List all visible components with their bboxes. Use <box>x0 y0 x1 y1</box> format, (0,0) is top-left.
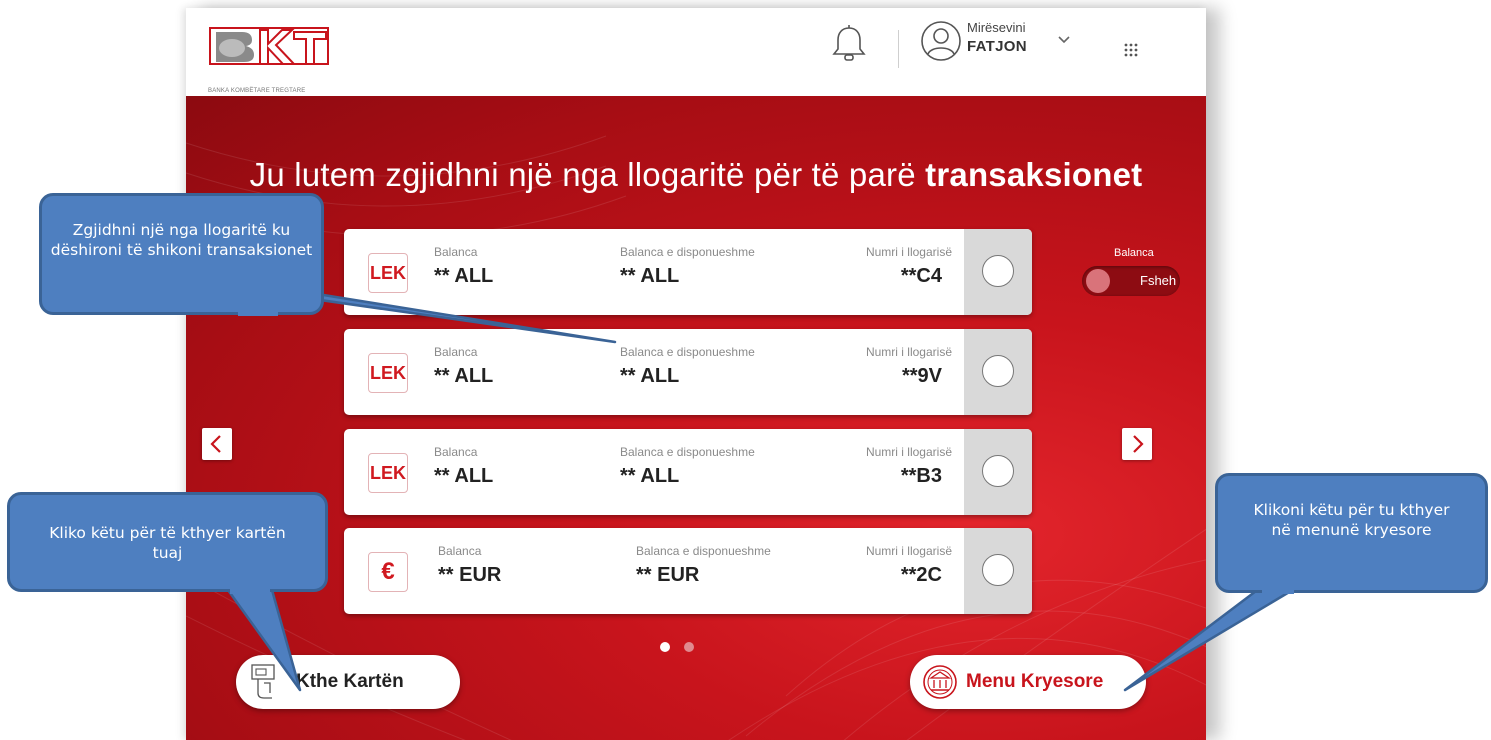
callout-return-card: Kliko këtu për të kthyer kartën tuaj <box>7 492 328 592</box>
callout-pointer-menu <box>1123 586 1298 692</box>
callout-select-account: Zgjidhni një nga llogaritë ku dëshironi … <box>39 193 324 315</box>
callout-pointer-return <box>226 588 302 692</box>
callout-main-menu-text: Klikoni këtu për tu kthyer në menunë kry… <box>1253 501 1450 539</box>
callout-return-card-text: Kliko këtu për të kthyer kartën tuaj <box>49 524 286 562</box>
callout-select-account-text: Zgjidhni një nga llogaritë ku dëshironi … <box>50 221 313 259</box>
callout-main-menu: Klikoni këtu për tu kthyer në menunë kry… <box>1215 473 1488 593</box>
callout-pointers <box>226 286 1298 692</box>
